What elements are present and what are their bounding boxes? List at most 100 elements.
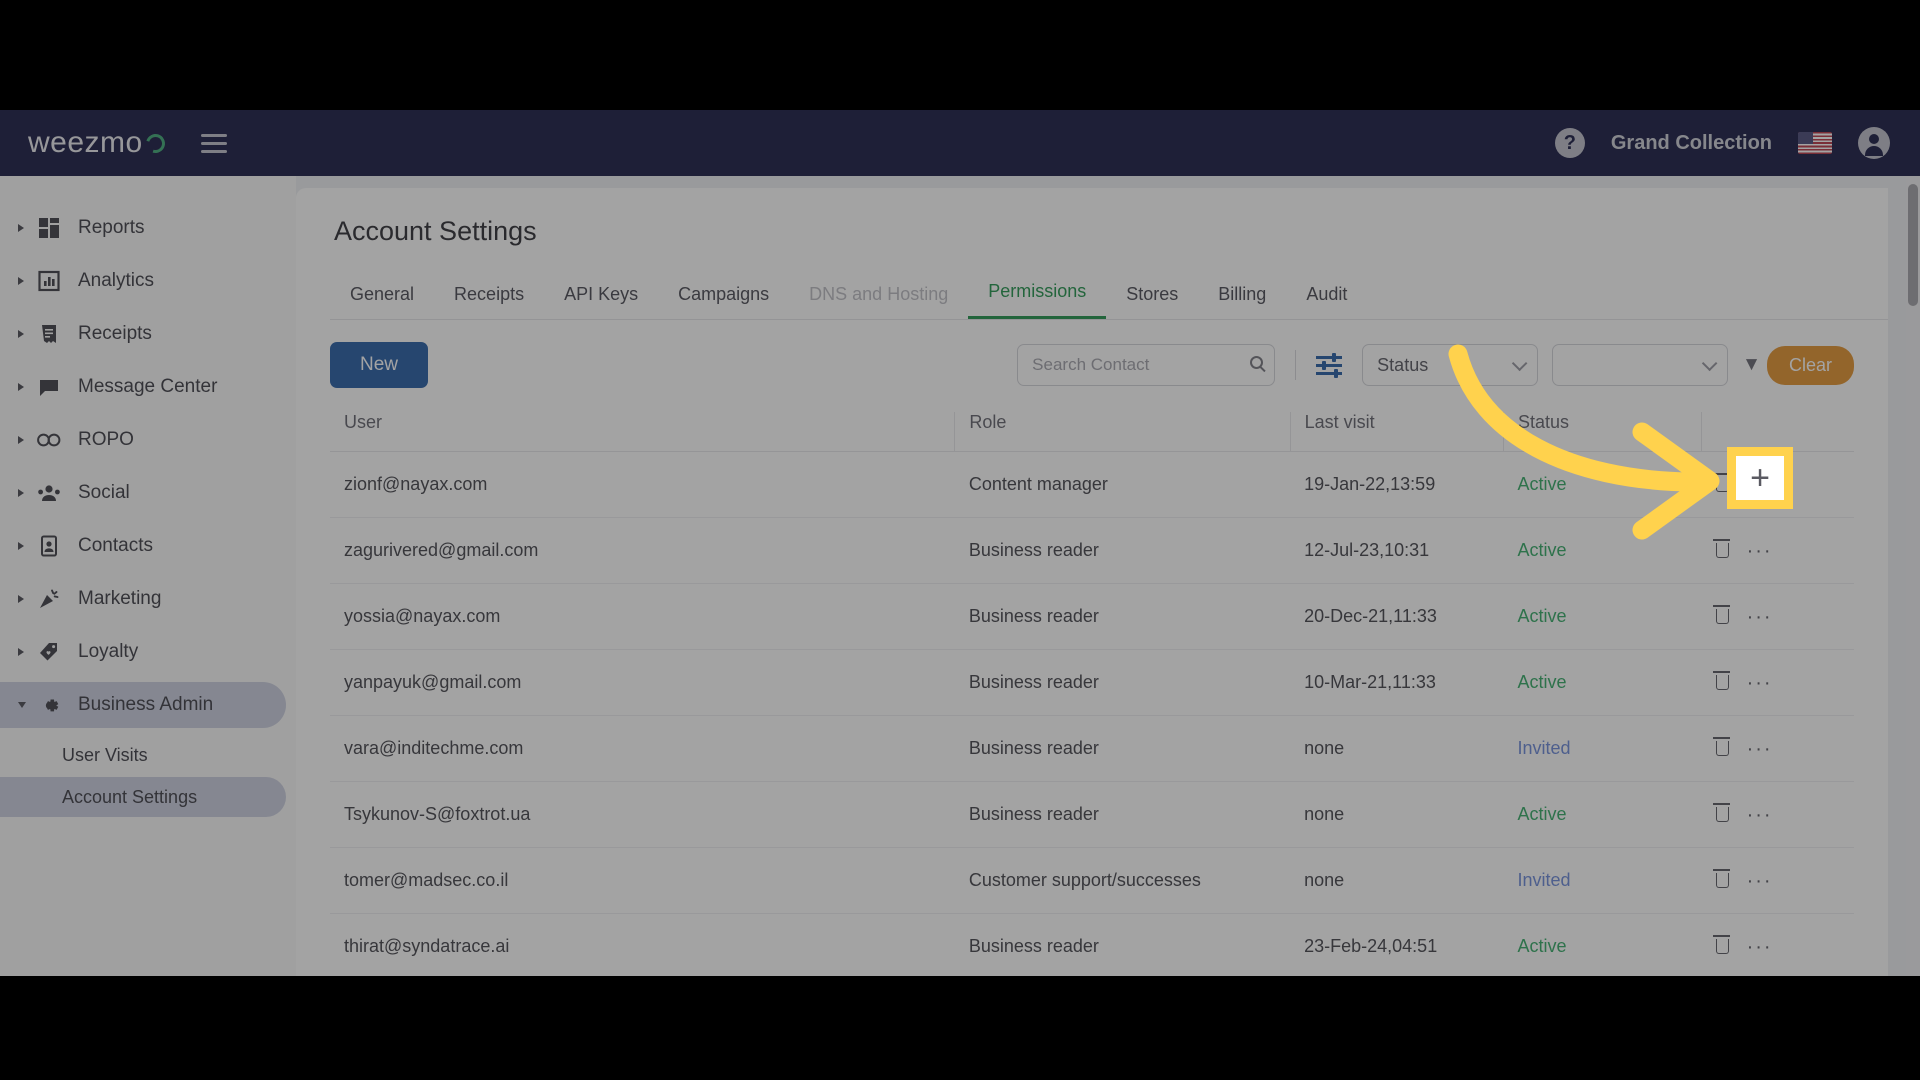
cell-last-visit: 10-Mar-21,11:33 bbox=[1290, 650, 1503, 716]
sidebar-item-label: Analytics bbox=[78, 270, 154, 292]
sidebar-item-receipts[interactable]: Receipts bbox=[0, 311, 286, 357]
table-row[interactable]: yanpayuk@gmail.com Business reader 10-Ma… bbox=[330, 650, 1854, 716]
tab-general[interactable]: General bbox=[330, 276, 434, 319]
sidebar-item-contacts[interactable]: Contacts bbox=[0, 523, 286, 569]
status-badge: Active bbox=[1503, 650, 1701, 716]
chevron-down-icon bbox=[18, 702, 32, 708]
search-input[interactable] bbox=[1017, 344, 1275, 386]
sidebar-item-label: Contacts bbox=[78, 535, 153, 557]
top-navigation-bar: weezmo ? Grand Collection bbox=[0, 110, 1920, 176]
trash-icon[interactable] bbox=[1716, 741, 1729, 756]
cell-role: Business reader bbox=[955, 518, 1290, 584]
megaphone-icon bbox=[32, 588, 66, 610]
chevron-right-icon bbox=[18, 648, 32, 656]
sidebar-item-user-visits[interactable]: User Visits bbox=[0, 735, 286, 775]
table-row[interactable]: Tsykunov-S@foxtrot.ua Business reader no… bbox=[330, 782, 1854, 848]
menu-icon[interactable] bbox=[201, 134, 227, 153]
add-button-highlight[interactable]: + bbox=[1727, 447, 1793, 509]
tab-api-keys[interactable]: API Keys bbox=[544, 276, 658, 319]
page-scrollbar[interactable] bbox=[1906, 176, 1920, 976]
trash-icon[interactable] bbox=[1716, 609, 1729, 624]
chat-bubble-icon bbox=[32, 376, 66, 398]
cell-user: tomer@madsec.co.il bbox=[330, 848, 955, 914]
sidebar-item-analytics[interactable]: Analytics bbox=[0, 258, 286, 304]
sidebar-item-business-admin[interactable]: Business Admin bbox=[0, 682, 286, 728]
tab-stores[interactable]: Stores bbox=[1106, 276, 1198, 319]
bar-chart-icon bbox=[32, 270, 66, 292]
cell-last-visit: none bbox=[1290, 848, 1503, 914]
trash-icon[interactable] bbox=[1716, 807, 1729, 822]
weezmo-logo[interactable]: weezmo bbox=[28, 126, 165, 160]
trash-icon[interactable] bbox=[1716, 543, 1729, 558]
sidebar-item-marketing[interactable]: Marketing bbox=[0, 576, 286, 622]
more-options-icon[interactable]: ··· bbox=[1747, 547, 1773, 555]
sidebar-item-ropo[interactable]: ROPO bbox=[0, 417, 286, 463]
settings-tabs: General Receipts API Keys Campaigns DNS … bbox=[330, 273, 1888, 320]
trash-icon[interactable] bbox=[1716, 939, 1729, 954]
cell-last-visit: 20-Dec-21,11:33 bbox=[1290, 584, 1503, 650]
more-options-icon[interactable]: ··· bbox=[1747, 745, 1773, 753]
sidebar-item-label: ROPO bbox=[78, 429, 134, 451]
sidebar-item-social[interactable]: Social bbox=[0, 470, 286, 516]
flag-canton bbox=[1798, 132, 1813, 144]
tab-audit[interactable]: Audit bbox=[1286, 276, 1367, 319]
table-row[interactable]: yossia@nayax.com Business reader 20-Dec-… bbox=[330, 584, 1854, 650]
scrollbar-thumb[interactable] bbox=[1908, 184, 1918, 306]
more-options-icon[interactable]: ··· bbox=[1747, 943, 1773, 951]
more-options-icon[interactable]: ··· bbox=[1747, 877, 1773, 885]
main-content-area: Account Settings General Receipts API Ke… bbox=[296, 176, 1920, 976]
chevron-right-icon bbox=[18, 330, 32, 338]
row-actions: ··· bbox=[1716, 543, 1854, 558]
chevron-right-icon bbox=[18, 383, 32, 391]
trash-icon[interactable] bbox=[1716, 873, 1729, 888]
gear-icon bbox=[32, 694, 66, 717]
chevron-right-icon bbox=[18, 224, 32, 232]
chevron-right-icon bbox=[18, 489, 32, 497]
column-header-role[interactable]: Role bbox=[955, 412, 1290, 452]
cell-user: vara@inditechme.com bbox=[330, 716, 955, 782]
cell-role: Business reader bbox=[955, 782, 1290, 848]
table-row[interactable]: thirat@syndatrace.ai Business reader 23-… bbox=[330, 914, 1854, 977]
more-options-icon[interactable]: ··· bbox=[1747, 679, 1773, 687]
chevron-right-icon bbox=[18, 277, 32, 285]
toolbar-divider bbox=[1295, 350, 1296, 380]
chevron-right-icon bbox=[18, 542, 32, 550]
cell-user: yossia@nayax.com bbox=[330, 584, 955, 650]
sidebar-item-account-settings[interactable]: Account Settings bbox=[0, 777, 286, 817]
sidebar-item-loyalty[interactable]: Loyalty bbox=[0, 629, 286, 675]
search-contact-wrapper bbox=[1017, 344, 1275, 386]
account-circle-icon[interactable] bbox=[1858, 127, 1890, 159]
sidebar-item-message-center[interactable]: Message Center bbox=[0, 364, 286, 410]
status-badge: Active bbox=[1503, 782, 1701, 848]
trash-icon[interactable] bbox=[1716, 675, 1729, 690]
letterbox-top bbox=[0, 0, 1920, 110]
status-badge: Active bbox=[1503, 584, 1701, 650]
search-icon[interactable] bbox=[1250, 356, 1263, 369]
column-header-user[interactable]: User bbox=[330, 412, 955, 452]
us-flag-icon[interactable] bbox=[1798, 132, 1832, 154]
more-options-icon[interactable]: ··· bbox=[1747, 613, 1773, 621]
account-name-label: Grand Collection bbox=[1611, 132, 1772, 155]
row-actions: ··· bbox=[1716, 807, 1854, 822]
logo-ring-icon bbox=[142, 130, 168, 156]
table-row[interactable]: tomer@madsec.co.il Customer support/succ… bbox=[330, 848, 1854, 914]
cell-last-visit: 23-Feb-24,04:51 bbox=[1290, 914, 1503, 977]
sidebar-item-label: Message Center bbox=[78, 376, 217, 398]
chevron-right-icon bbox=[18, 595, 32, 603]
help-icon[interactable]: ? bbox=[1555, 128, 1585, 158]
tab-dns-and-hosting[interactable]: DNS and Hosting bbox=[789, 276, 968, 319]
new-button[interactable]: New bbox=[330, 342, 428, 388]
annotation-arrow-icon bbox=[1420, 340, 1820, 540]
sidebar-item-reports[interactable]: Reports bbox=[0, 205, 286, 251]
table-row[interactable]: vara@inditechme.com Business reader none… bbox=[330, 716, 1854, 782]
tab-receipts[interactable]: Receipts bbox=[434, 276, 544, 319]
tag-heart-icon bbox=[32, 641, 66, 663]
filter-sliders-icon[interactable] bbox=[1316, 354, 1342, 376]
more-options-icon[interactable]: ··· bbox=[1747, 811, 1773, 819]
tab-campaigns[interactable]: Campaigns bbox=[658, 276, 789, 319]
tab-permissions[interactable]: Permissions bbox=[968, 273, 1106, 319]
status-badge: Invited bbox=[1503, 716, 1701, 782]
tab-billing[interactable]: Billing bbox=[1198, 276, 1286, 319]
cell-role: Content manager bbox=[955, 452, 1290, 518]
cell-role: Business reader bbox=[955, 716, 1290, 782]
